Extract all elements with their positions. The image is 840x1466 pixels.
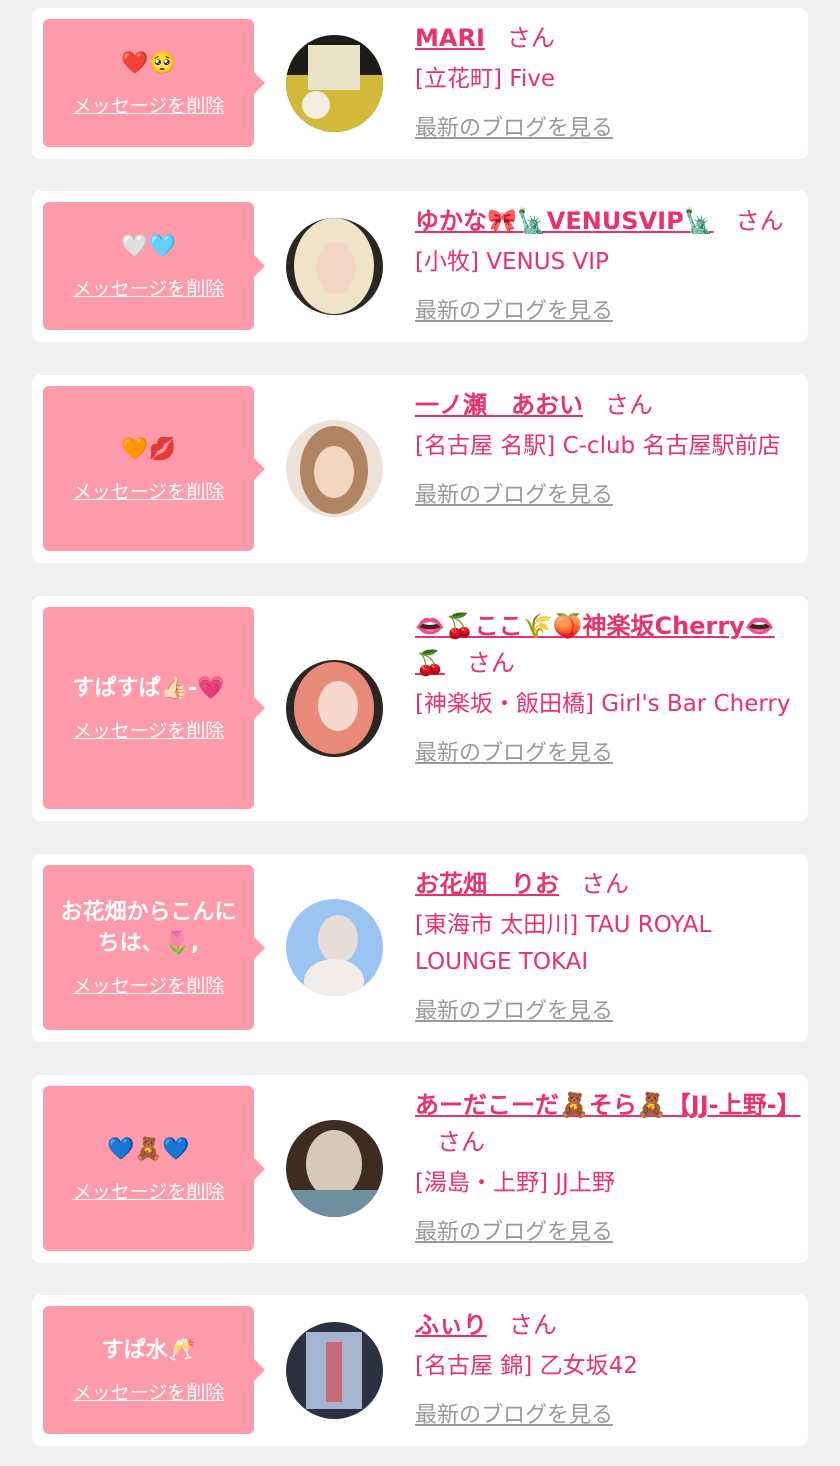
- delete-message-link[interactable]: メッセージを削除: [73, 274, 225, 301]
- honorific: さん: [605, 391, 653, 419]
- message-bubble: ❤️🥺 メッセージを削除: [43, 19, 265, 147]
- message-text: すぱすぱ👍🏻-💗: [72, 676, 225, 701]
- profile-info: お花畑 りお さん [東海市 太田川] TAU ROYAL LOUNGE TOKA…: [415, 866, 795, 1025]
- avatar[interactable]: [286, 35, 383, 132]
- avatar[interactable]: [286, 660, 383, 757]
- message-bubble: すぱすぱ👍🏻-💗 メッセージを削除: [43, 607, 265, 809]
- latest-blog-link[interactable]: 最新のブログを見る: [415, 993, 613, 1025]
- message-text: すぱ水🥂: [101, 1338, 196, 1363]
- message-bubble: すぱ水🥂 メッセージを削除: [43, 1306, 265, 1434]
- latest-blog-link[interactable]: 最新のブログを見る: [415, 1214, 613, 1246]
- latest-blog-link[interactable]: 最新のブログを見る: [415, 110, 613, 142]
- shop-label: [小牧] VENUS VIP: [415, 249, 609, 275]
- message-text: 🧡💋: [121, 436, 176, 462]
- latest-blog-link[interactable]: 最新のブログを見る: [415, 735, 613, 767]
- delete-message-link[interactable]: メッセージを削除: [73, 1177, 225, 1204]
- avatar[interactable]: [286, 218, 383, 315]
- delete-message-link[interactable]: メッセージを削除: [73, 1378, 225, 1405]
- profile-info: ゆかな🎀🗽VENUSVIP🗽 さん [小牧] VENUS VIP 最新のブログを見…: [415, 203, 795, 325]
- shop-label: [神楽坂・飯田橋] Girl's Bar Cherry: [415, 691, 791, 717]
- shop-label: [東海市 太田川] TAU ROYAL LOUNGE TOKAI: [415, 912, 712, 975]
- message-text: お花畑からこんにちは、🌷,: [60, 900, 237, 956]
- profile-info: 一ノ瀬 あおい さん [名古屋 名駅] C-club 名古屋駅前店 最新のブログを…: [415, 387, 795, 509]
- shop-label: [名古屋 錦] 乙女坂42: [415, 1353, 638, 1379]
- latest-blog-link[interactable]: 最新のブログを見る: [415, 1397, 613, 1429]
- delete-message-link[interactable]: メッセージを削除: [73, 716, 225, 743]
- cast-name-link[interactable]: ゆかな🎀🗽VENUSVIP🗽: [415, 207, 714, 235]
- avatar[interactable]: [286, 899, 383, 996]
- message-text: ❤️🥺: [121, 51, 176, 76]
- message-bubble: 🧡💋 メッセージを削除: [43, 386, 265, 551]
- shop-label: [名古屋 名駅] C-club 名古屋駅前店: [415, 433, 781, 459]
- honorific: さん: [581, 870, 629, 898]
- shop-label: [湯島・上野] JJ上野: [415, 1170, 615, 1196]
- list-item: ❤️🥺 メッセージを削除 MARI さん [立花町] Five 最新のブログを見る: [32, 8, 808, 159]
- message-bubble: お花畑からこんにちは、🌷, メッセージを削除: [43, 865, 265, 1030]
- list-item: お花畑からこんにちは、🌷, メッセージを削除 お花畑 りお さん [東海市 太田川…: [32, 854, 808, 1042]
- delete-message-link[interactable]: メッセージを削除: [73, 971, 225, 998]
- honorific: さん: [466, 649, 515, 677]
- list-item: すぱすぱ👍🏻-💗 メッセージを削除 👄🍒ここ🌾🍑神楽坂Cherry👄🍒 さん [神…: [32, 596, 808, 821]
- cast-name-link[interactable]: MARI: [415, 24, 485, 52]
- avatar[interactable]: [286, 1120, 383, 1217]
- cast-name-link[interactable]: 一ノ瀬 あおい: [415, 391, 583, 419]
- delete-message-link[interactable]: メッセージを削除: [73, 477, 225, 504]
- message-bubble: 💙🧸💙 メッセージを削除: [43, 1086, 265, 1251]
- honorific: さん: [437, 1128, 485, 1156]
- cast-name-link[interactable]: あーだこーだ🧸そら🧸【JJ-上野-】: [415, 1091, 801, 1119]
- delete-message-link[interactable]: メッセージを削除: [73, 91, 225, 118]
- list-item: 🤍🩵 メッセージを削除 ゆかな🎀🗽VENUSVIP🗽 さん [小牧] VENUS …: [32, 191, 808, 342]
- shop-label: [立花町] Five: [415, 66, 555, 92]
- cast-name-link[interactable]: ふぃり: [415, 1311, 487, 1339]
- message-text: 💙🧸💙: [107, 1136, 190, 1162]
- avatar[interactable]: [286, 1322, 383, 1419]
- honorific: さん: [506, 24, 555, 52]
- list-item: すぱ水🥂 メッセージを削除 ふぃり さん [名古屋 錦] 乙女坂42 最新のブログ…: [32, 1295, 808, 1446]
- profile-info: あーだこーだ🧸そら🧸【JJ-上野-】さん [湯島・上野] JJ上野 最新のブログ…: [415, 1087, 801, 1246]
- message-text: 🤍🩵: [121, 234, 176, 259]
- honorific: さん: [735, 207, 784, 235]
- latest-blog-link[interactable]: 最新のブログを見る: [415, 293, 613, 325]
- cast-name-link[interactable]: お花畑 りお: [415, 870, 559, 898]
- latest-blog-link[interactable]: 最新のブログを見る: [415, 477, 613, 509]
- list-item: 🧡💋 メッセージを削除 一ノ瀬 あおい さん [名古屋 名駅] C-club 名古…: [32, 375, 808, 563]
- avatar[interactable]: [286, 420, 383, 517]
- profile-info: 👄🍒ここ🌾🍑神楽坂Cherry👄🍒 さん [神楽坂・飯田橋] Girl's Bar…: [415, 608, 795, 767]
- profile-info: ふぃり さん [名古屋 錦] 乙女坂42 最新のブログを見る: [415, 1307, 795, 1429]
- honorific: さん: [509, 1311, 557, 1339]
- message-bubble: 🤍🩵 メッセージを削除: [43, 202, 265, 330]
- list-item: 💙🧸💙 メッセージを削除 あーだこーだ🧸そら🧸【JJ-上野-】さん [湯島・上野…: [32, 1075, 808, 1263]
- profile-info: MARI さん [立花町] Five 最新のブログを見る: [415, 20, 795, 142]
